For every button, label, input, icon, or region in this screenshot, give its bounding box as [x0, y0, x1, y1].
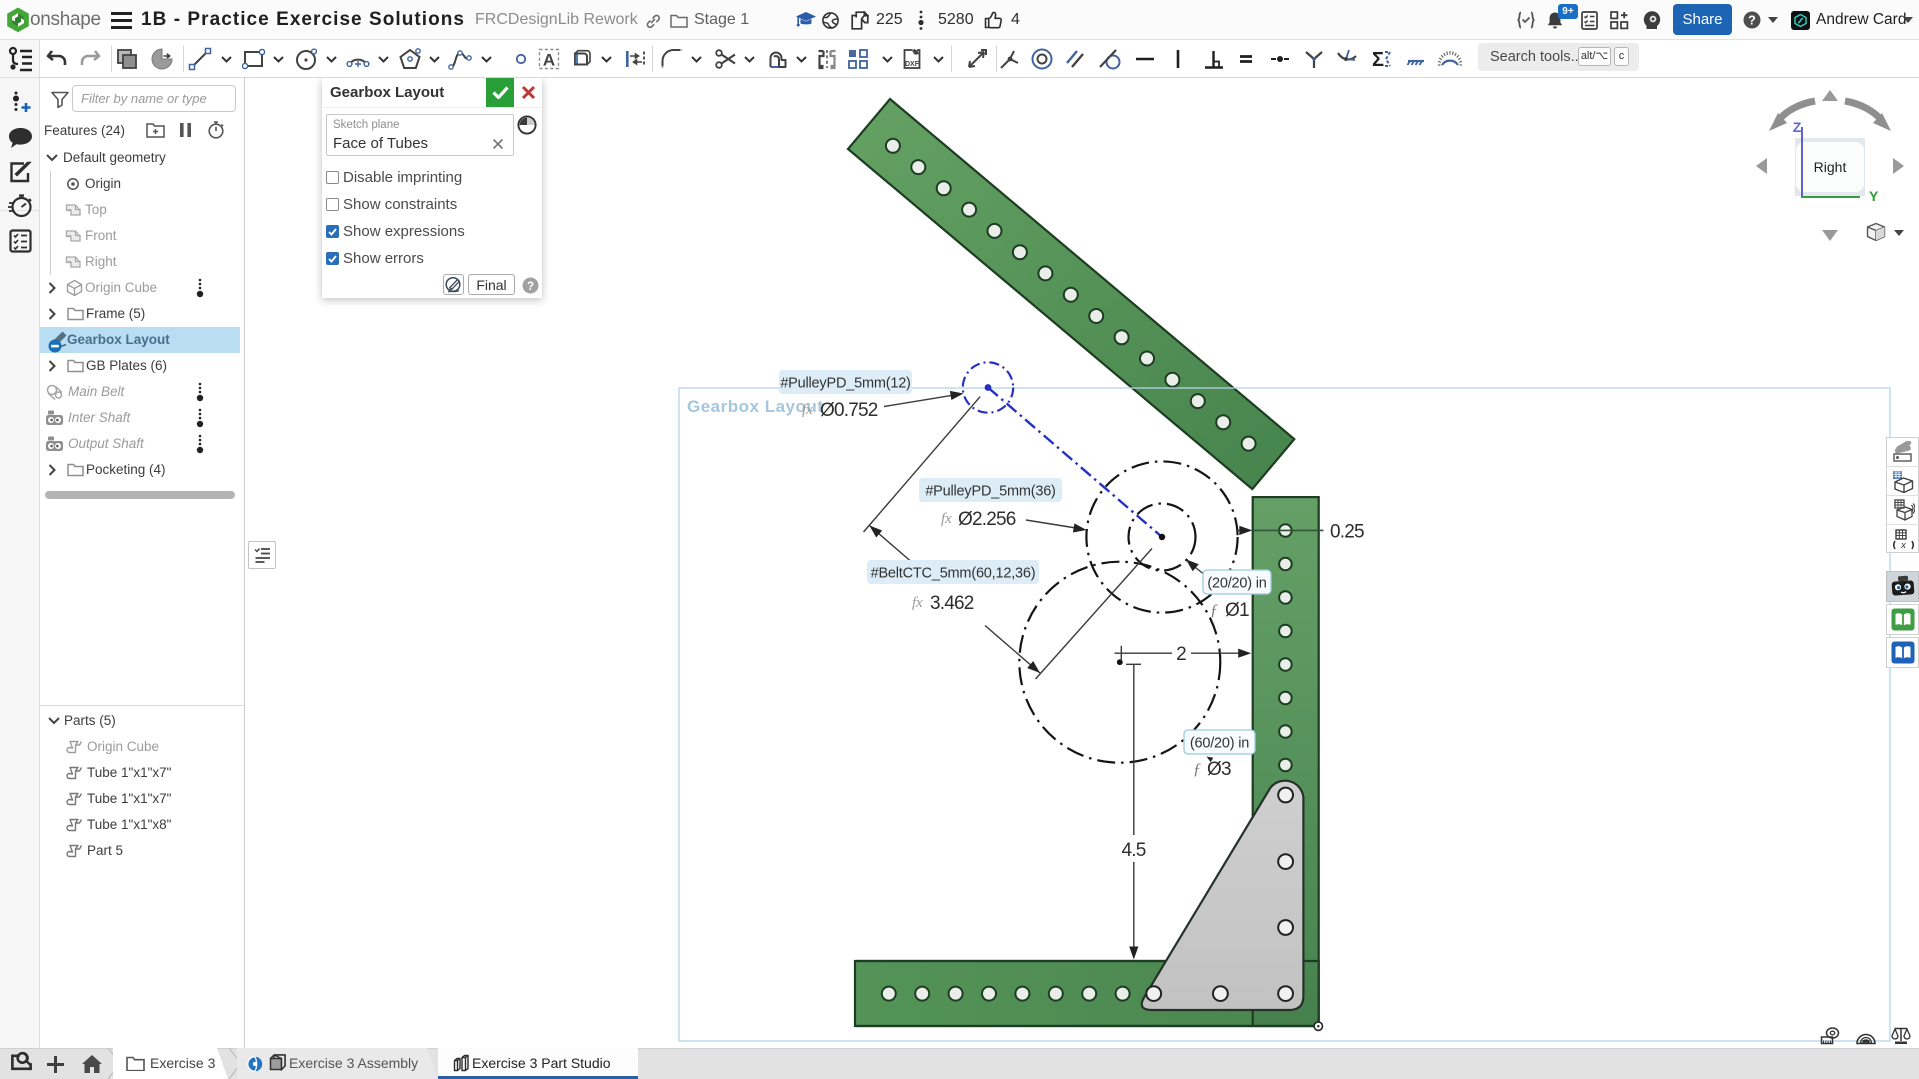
svg-text:Ø3: Ø3	[1207, 759, 1231, 780]
svg-text:?: ?	[1748, 13, 1756, 27]
svg-text:(60/20) in: (60/20) in	[1190, 736, 1249, 752]
svg-text:?: ?	[527, 281, 534, 293]
svg-text:x: x	[1900, 540, 1907, 551]
svg-text:Ø2.256: Ø2.256	[958, 509, 1016, 530]
svg-text:#PulleyPD_5mm(12): #PulleyPD_5mm(12)	[780, 376, 910, 392]
svg-text:Ø0.752: Ø0.752	[820, 400, 878, 421]
svg-text:#PulleyPD_5mm(36): #PulleyPD_5mm(36)	[925, 484, 1055, 500]
svg-text:Y: Y	[1869, 188, 1879, 204]
svg-text:0.25: 0.25	[1330, 522, 1364, 543]
svg-text:Ø1: Ø1	[1225, 600, 1249, 621]
svg-text:#BeltCTC_5mm(60,12,36): #BeltCTC_5mm(60,12,36)	[871, 566, 1036, 582]
svg-text:(20/20) in: (20/20) in	[1207, 576, 1266, 592]
svg-text:ƒ: ƒ	[1193, 761, 1201, 778]
svg-text:fx: fx	[802, 402, 813, 418]
svg-text:Σ: Σ	[1372, 49, 1384, 71]
svg-text:fx: fx	[912, 595, 923, 611]
svg-text:A: A	[543, 51, 555, 70]
svg-text:3.462: 3.462	[930, 593, 974, 614]
svg-text:Z: Z	[1793, 119, 1802, 135]
svg-text:2: 2	[1176, 644, 1186, 665]
svg-text:fx: fx	[941, 511, 952, 527]
svg-text:Right: Right	[1814, 159, 1847, 175]
svg-text:ƒ: ƒ	[1210, 602, 1218, 619]
svg-text:DXF: DXF	[905, 61, 920, 68]
svg-text:4.5: 4.5	[1121, 840, 1145, 861]
